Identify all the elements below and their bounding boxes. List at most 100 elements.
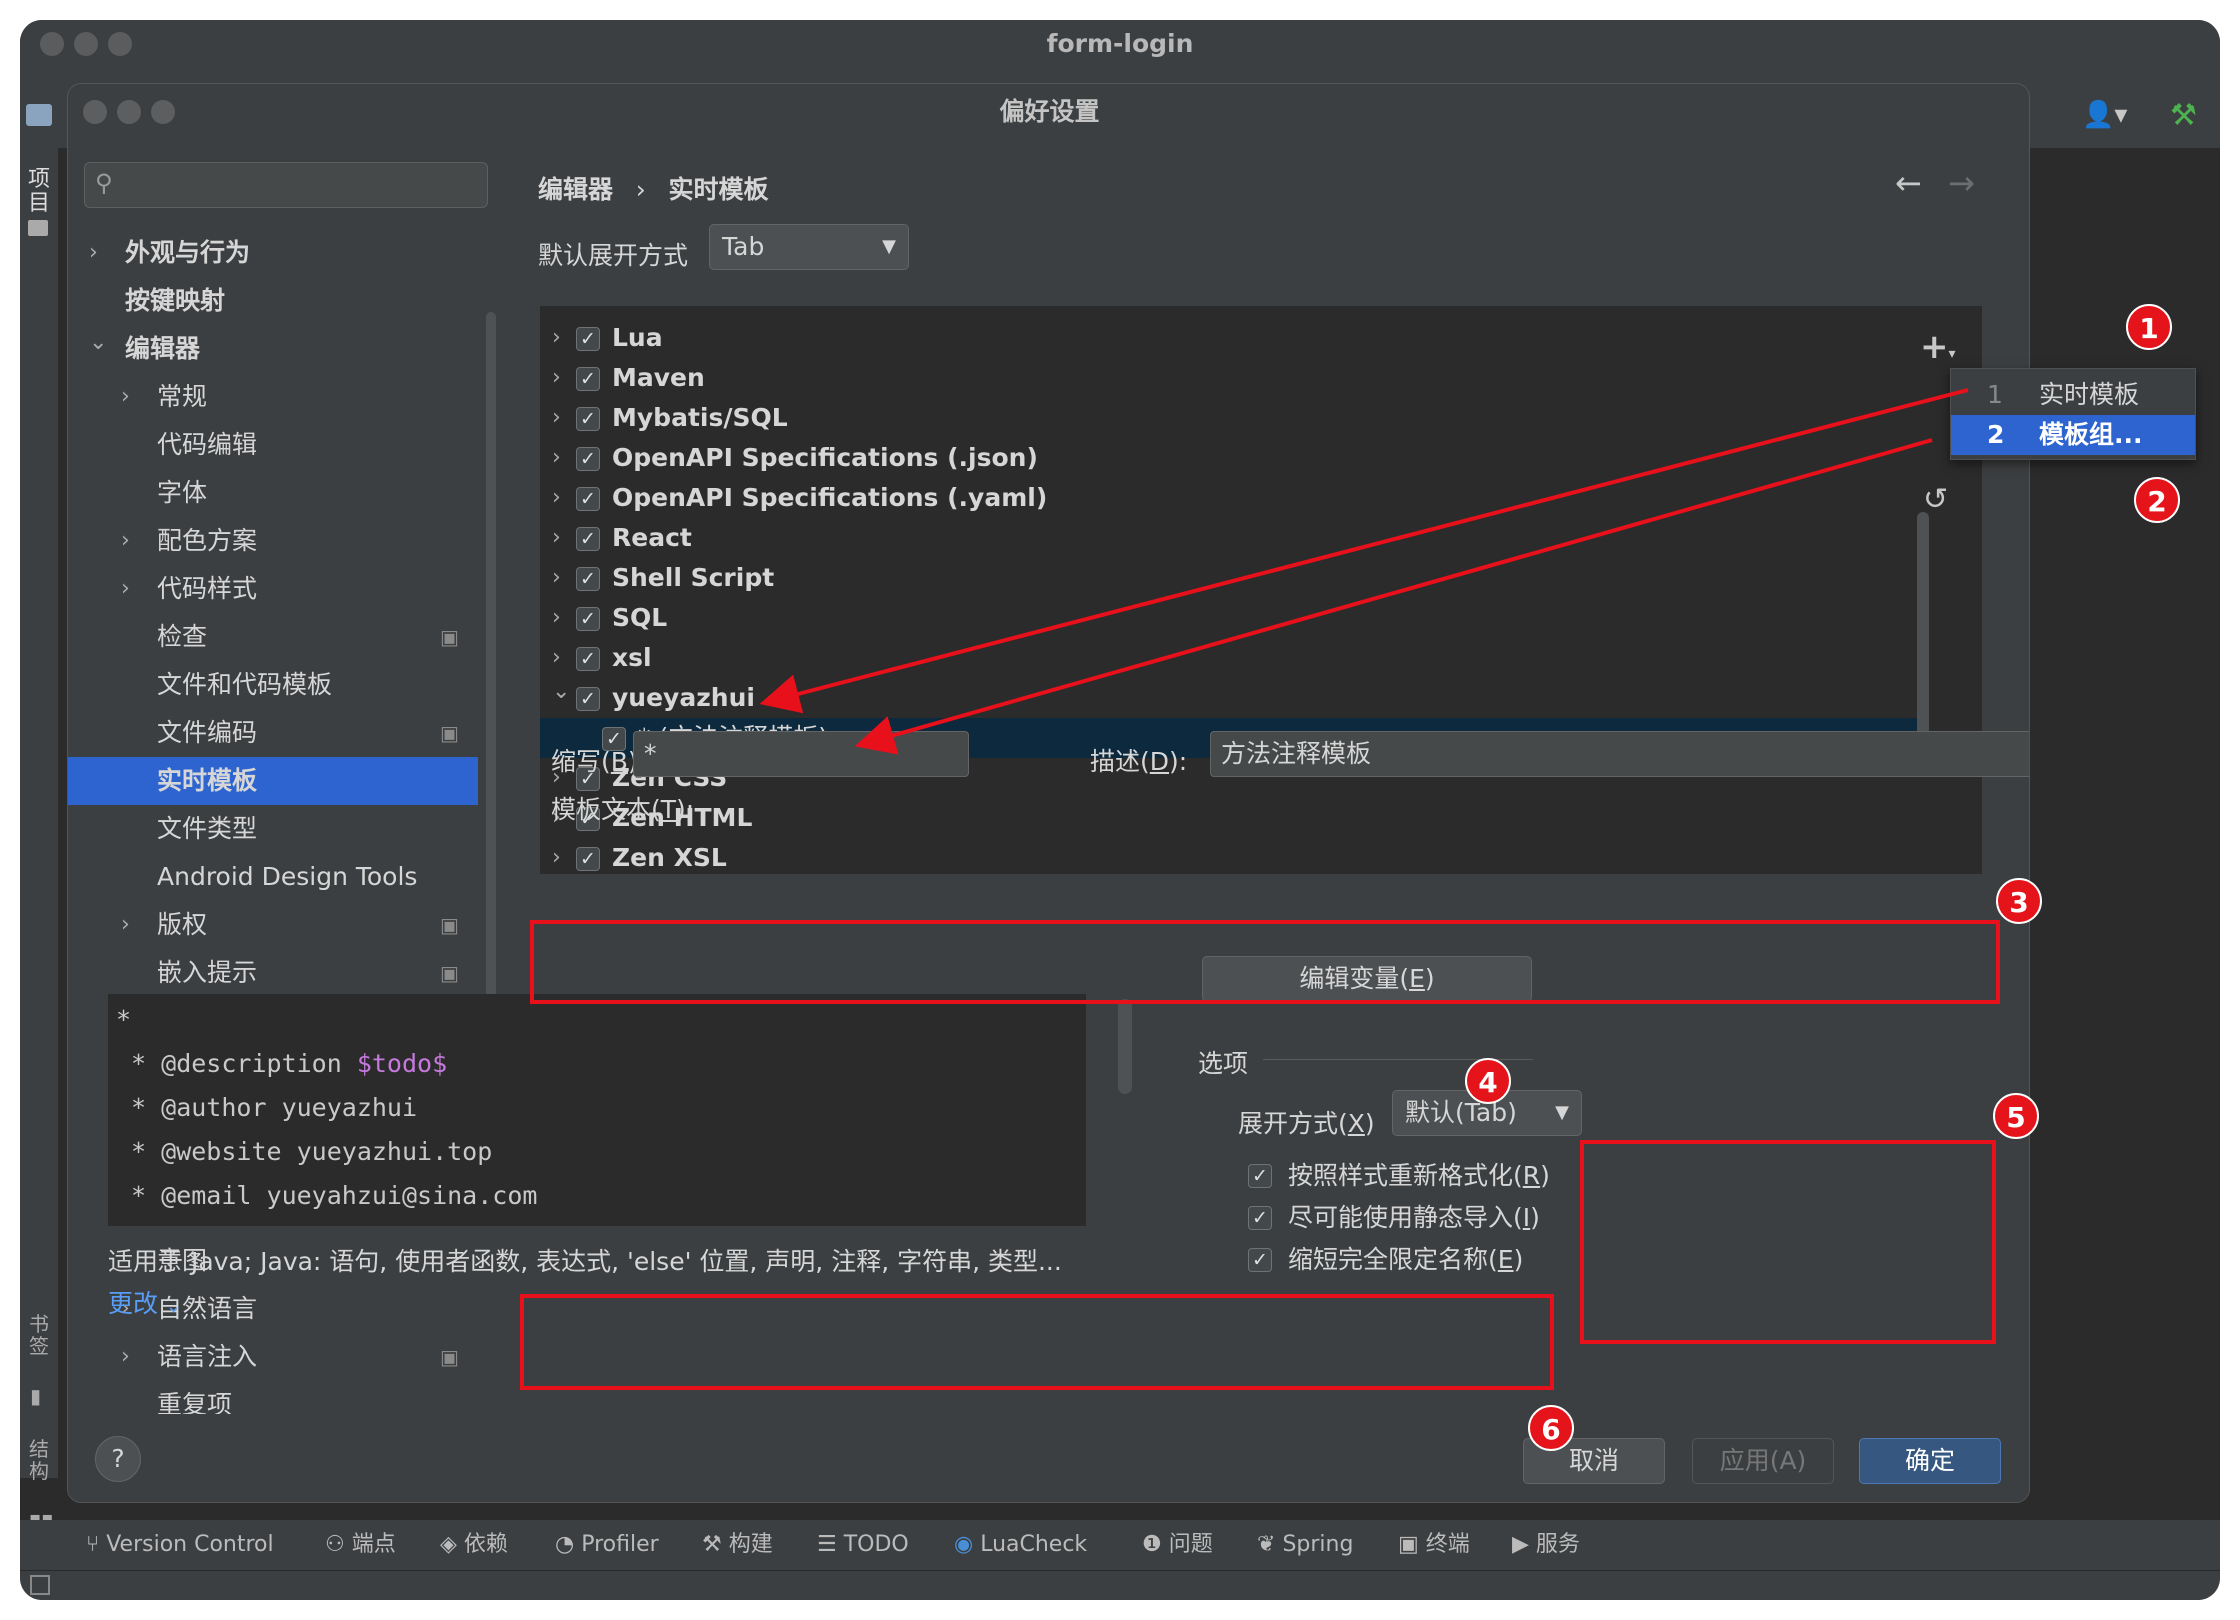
checkbox[interactable]: ✓ bbox=[576, 407, 600, 431]
tool-window-build[interactable]: ⚒ 构建 bbox=[702, 1530, 773, 1560]
ide-minimize-button[interactable] bbox=[74, 32, 98, 56]
checkbox[interactable]: ✓ bbox=[576, 447, 600, 471]
template-group-row[interactable]: › ✓ Lua bbox=[540, 318, 1922, 358]
chevron-right-icon[interactable]: › bbox=[552, 318, 561, 358]
checkbox[interactable]: ✓ bbox=[576, 647, 600, 671]
tool-window-dependencies[interactable]: ◈ 依赖 bbox=[440, 1530, 508, 1560]
sidebar-item[interactable]: 检查 ▣ bbox=[68, 613, 478, 661]
chevron-right-icon[interactable]: › bbox=[552, 558, 561, 598]
sidebar-item[interactable]: 嵌入提示 ▣ bbox=[68, 949, 478, 997]
chevron-right-icon[interactable]: › bbox=[552, 398, 561, 438]
sidebar-item[interactable]: 实时模板 bbox=[68, 757, 478, 805]
checkbox[interactable]: ✓ bbox=[576, 487, 600, 511]
popup-item-live-template[interactable]: 1 实时模板 bbox=[1951, 375, 2195, 415]
template-text-editor[interactable]: * * @description $todo$ * @author yueyaz… bbox=[108, 994, 1086, 1226]
template-group-row[interactable]: › ✓ React bbox=[540, 518, 1922, 558]
chevron-right-icon[interactable]: › bbox=[552, 838, 561, 874]
sidebar-item[interactable]: 文件类型 bbox=[68, 805, 478, 853]
tool-window-endpoints[interactable]: ⚇ 端点 bbox=[325, 1530, 396, 1560]
change-context-link[interactable]: 更改 ⌄ bbox=[108, 1284, 181, 1320]
checkbox[interactable]: ✓ bbox=[576, 607, 600, 631]
template-group-row[interactable]: › ✓ xsl bbox=[540, 638, 1922, 678]
hammer-icon[interactable]: ⚒ bbox=[2170, 98, 2197, 133]
chevron-right-icon[interactable]: › bbox=[121, 565, 141, 613]
dialog-minimize-button[interactable] bbox=[117, 100, 141, 124]
tool-window-todo[interactable]: ☰ TODO bbox=[817, 1530, 909, 1560]
template-group-row[interactable]: › ✓ OpenAPI Specifications (.json) bbox=[540, 438, 1922, 478]
chevron-right-icon[interactable]: › bbox=[552, 358, 561, 398]
checkbox[interactable]: ✓ bbox=[1248, 1248, 1272, 1272]
sidebar-item[interactable]: 文件编码 ▣ bbox=[68, 709, 478, 757]
chevron-right-icon[interactable]: › bbox=[552, 598, 561, 638]
chevron-right-icon[interactable]: › bbox=[121, 517, 141, 565]
sidebar-item[interactable]: 文件和代码模板 bbox=[68, 661, 478, 709]
template-group-row[interactable]: › ✓ Mybatis/SQL bbox=[540, 398, 1922, 438]
template-group-row[interactable]: › ✓ OpenAPI Specifications (.yaml) bbox=[540, 478, 1922, 518]
sidebar-item[interactable]: Android Design Tools bbox=[68, 853, 478, 901]
popup-item-template-group[interactable]: 2 模板组... bbox=[1951, 415, 2195, 455]
checkbox[interactable]: ✓ bbox=[576, 847, 600, 871]
tool-window-spring[interactable]: ❦ Spring bbox=[1257, 1530, 1353, 1560]
template-group-row[interactable]: › ✓ Zen HTML bbox=[540, 798, 1922, 838]
template-group-row[interactable]: › ✓ Shell Script bbox=[540, 558, 1922, 598]
arrow-left-icon[interactable]: ← bbox=[1895, 164, 1922, 202]
folder-icon[interactable] bbox=[26, 104, 52, 126]
structure-tool-tab[interactable]: 结构 bbox=[26, 1438, 52, 1482]
tool-window-version-control[interactable]: ⑂ Version Control bbox=[86, 1530, 274, 1560]
abbreviation-input[interactable]: * bbox=[633, 731, 969, 777]
sidebar-item[interactable]: 按键映射 bbox=[68, 277, 478, 325]
chevron-right-icon[interactable]: › bbox=[552, 478, 561, 518]
user-icon[interactable]: 👤▾ bbox=[2082, 100, 2127, 130]
sidebar-item[interactable]: › 常规 bbox=[68, 373, 478, 421]
chevron-down-icon[interactable]: ⌄ bbox=[89, 319, 109, 367]
template-group-row[interactable]: ⌄ ✓ yueyazhui bbox=[540, 678, 1922, 718]
ide-zoom-button[interactable] bbox=[108, 32, 132, 56]
checkbox[interactable]: ✓ bbox=[576, 327, 600, 351]
tool-window-profiler[interactable]: ◔ Profiler bbox=[555, 1530, 659, 1560]
bookmarks-tool-tab[interactable]: 书签 bbox=[26, 1313, 52, 1357]
settings-search-input[interactable]: ⚲ bbox=[84, 162, 488, 208]
sidebar-item[interactable]: › 版权 ▣ bbox=[68, 901, 478, 949]
chevron-right-icon[interactable]: › bbox=[552, 438, 561, 478]
chevron-right-icon[interactable]: › bbox=[121, 901, 141, 949]
sidebar-item[interactable]: 代码编辑 bbox=[68, 421, 478, 469]
template-group-row[interactable]: › ✓ Zen XSL bbox=[540, 838, 1922, 874]
sidebar-item[interactable]: › 代码样式 bbox=[68, 565, 478, 613]
description-input[interactable]: 方法注释模板 bbox=[1210, 731, 2029, 777]
breadcrumb-parent[interactable]: 编辑器 bbox=[538, 175, 613, 204]
checkbox[interactable]: ✓ bbox=[576, 567, 600, 591]
ide-close-button[interactable] bbox=[40, 32, 64, 56]
chevron-right-icon[interactable]: › bbox=[89, 229, 109, 277]
chevron-right-icon[interactable]: › bbox=[121, 373, 141, 421]
chevron-down-icon[interactable]: ⌄ bbox=[552, 672, 570, 712]
tool-window-services[interactable]: ▶ 服务 bbox=[1512, 1530, 1580, 1560]
add-template-button[interactable]: +▾ bbox=[1920, 327, 1956, 367]
checkbox[interactable]: ✓ bbox=[576, 367, 600, 391]
checkbox[interactable]: ✓ bbox=[1248, 1206, 1272, 1230]
default-expand-select[interactable]: Tab ▼ bbox=[709, 224, 909, 270]
template-group-row[interactable]: › ✓ SQL bbox=[540, 598, 1922, 638]
editor-scrollbar[interactable] bbox=[1118, 999, 1132, 1094]
dialog-zoom-button[interactable] bbox=[151, 100, 175, 124]
tool-window-terminal[interactable]: ▣ 终端 bbox=[1398, 1530, 1470, 1560]
arrow-right-icon[interactable]: → bbox=[1948, 164, 1975, 202]
template-list-scrollbar[interactable] bbox=[1917, 512, 1929, 752]
chevron-right-icon[interactable]: › bbox=[552, 518, 561, 558]
layout-icon[interactable] bbox=[30, 1575, 50, 1595]
dialog-close-button[interactable] bbox=[83, 100, 107, 124]
sidebar-item[interactable]: 字体 bbox=[68, 469, 478, 517]
revert-icon[interactable]: ↺ bbox=[1923, 482, 1948, 517]
ok-button[interactable]: 确定 bbox=[1859, 1438, 2001, 1484]
checkbox[interactable]: ✓ bbox=[576, 527, 600, 551]
project-tool-tab[interactable]: 项目 bbox=[26, 168, 52, 216]
help-button[interactable]: ? bbox=[95, 1436, 141, 1482]
template-group-row[interactable]: › ✓ Maven bbox=[540, 358, 1922, 398]
tool-window-luacheck[interactable]: ◉ LuaCheck bbox=[954, 1530, 1087, 1560]
tool-window-problems[interactable]: ❶ 问题 bbox=[1142, 1530, 1213, 1560]
sidebar-item[interactable]: › 语言注入 ▣ bbox=[68, 1333, 478, 1381]
chevron-right-icon[interactable]: › bbox=[121, 1333, 141, 1381]
sidebar-item[interactable]: ⌄ 编辑器 bbox=[68, 325, 478, 373]
apply-button[interactable]: 应用(A) bbox=[1692, 1438, 1834, 1484]
sidebar-item[interactable]: › 外观与行为 bbox=[68, 229, 478, 277]
sidebar-item[interactable]: › 配色方案 bbox=[68, 517, 478, 565]
